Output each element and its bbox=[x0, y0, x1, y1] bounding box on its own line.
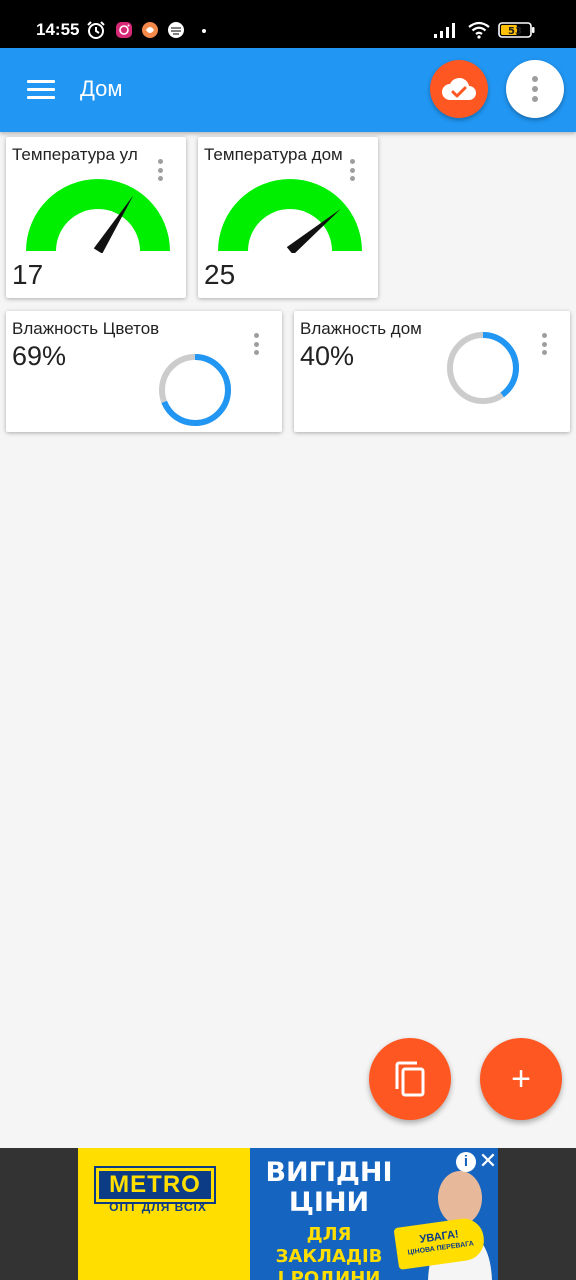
card-title: Температура дом bbox=[204, 145, 343, 164]
ad-banner[interactable]: METRO ОПТ ДЛЯ ВСІХ ВИГІДНІ ЦІНИ ДЛЯ ЗАКЛ… bbox=[78, 1148, 498, 1280]
ad-headline-line: ВИГІДНІ bbox=[265, 1157, 393, 1188]
battery-level: 53 bbox=[508, 26, 522, 37]
humidity-value: 69% bbox=[12, 341, 67, 371]
metro-logo: METRO bbox=[94, 1166, 216, 1204]
gauge-dial bbox=[26, 179, 170, 253]
humidity-progress-ring bbox=[159, 354, 231, 426]
more-vert-icon bbox=[541, 333, 547, 338]
card-title: Влажность дом bbox=[300, 319, 422, 338]
ad-headline: ВИГІДНІ ЦІНИ bbox=[264, 1158, 394, 1218]
battery-icon: 53 bbox=[498, 20, 536, 40]
menu-icon-line bbox=[27, 96, 55, 99]
gauge-dial bbox=[218, 179, 362, 253]
ad-banner-area: METRO ОПТ ДЛЯ ВСІХ ВИГІДНІ ЦІНИ ДЛЯ ЗАКЛ… bbox=[0, 1148, 576, 1280]
menu-icon bbox=[27, 80, 55, 83]
gauge-value: 17 bbox=[12, 259, 44, 290]
notification-dot bbox=[202, 29, 206, 33]
ad-info-button[interactable]: i bbox=[456, 1152, 476, 1172]
gauge-card-temp-outside[interactable]: Температура ул 17 bbox=[6, 137, 186, 298]
status-time: 14:55 bbox=[36, 20, 80, 39]
copy-button[interactable] bbox=[369, 1038, 451, 1120]
card-title: Влажность Цветов bbox=[12, 319, 160, 338]
plus-icon: + bbox=[511, 1060, 531, 1098]
cloud-done-icon bbox=[442, 77, 476, 100]
instagram-icon bbox=[114, 20, 134, 40]
cloud-sync-button[interactable] bbox=[430, 60, 488, 118]
signal-icon bbox=[432, 20, 460, 40]
more-options-button[interactable] bbox=[506, 60, 564, 118]
card-menu-button[interactable] bbox=[537, 331, 551, 357]
humidity-value: 40% bbox=[300, 341, 355, 371]
app-bar: Дом bbox=[0, 48, 576, 132]
card-title: Температура ул bbox=[12, 145, 138, 164]
ad-close-button[interactable]: ✕ bbox=[478, 1150, 498, 1172]
more-vert-icon bbox=[157, 159, 163, 164]
more-vert-icon bbox=[349, 159, 355, 164]
app-notification-icon bbox=[140, 20, 160, 40]
ad-subline-line: І РОДИНИ bbox=[277, 1268, 381, 1280]
ad-brand-panel: METRO ОПТ ДЛЯ ВСІХ bbox=[78, 1148, 250, 1280]
app-notification-icon bbox=[166, 20, 186, 40]
humidity-card-home[interactable]: Влажность дом 40% bbox=[294, 311, 570, 432]
wifi-icon bbox=[466, 20, 492, 40]
ad-subline-line: ДЛЯ ЗАКЛАДІВ bbox=[275, 1224, 383, 1267]
gauge-card-temp-home[interactable]: Температура дом 25 bbox=[198, 137, 378, 298]
page-title: Дом bbox=[80, 76, 123, 101]
ad-subline: ДЛЯ ЗАКЛАДІВ І РОДИНИ bbox=[254, 1224, 404, 1280]
humidity-progress-ring bbox=[447, 332, 519, 404]
card-menu-button[interactable] bbox=[249, 331, 263, 357]
status-bar: 14:55 53 bbox=[0, 0, 576, 48]
ad-headline-line: ЦІНИ bbox=[288, 1187, 370, 1218]
add-button[interactable]: + bbox=[480, 1038, 562, 1120]
menu-button[interactable] bbox=[22, 74, 60, 106]
more-vert-icon bbox=[253, 333, 259, 338]
alarm-icon bbox=[86, 20, 106, 40]
humidity-card-flowers[interactable]: Влажность Цветов 69% bbox=[6, 311, 282, 432]
more-vert-icon bbox=[532, 76, 538, 102]
menu-icon-line bbox=[27, 88, 55, 91]
copy-icon bbox=[395, 1061, 425, 1097]
gauge-value: 25 bbox=[204, 259, 236, 290]
metro-tagline: ОПТ ДЛЯ ВСІХ bbox=[109, 1200, 207, 1214]
